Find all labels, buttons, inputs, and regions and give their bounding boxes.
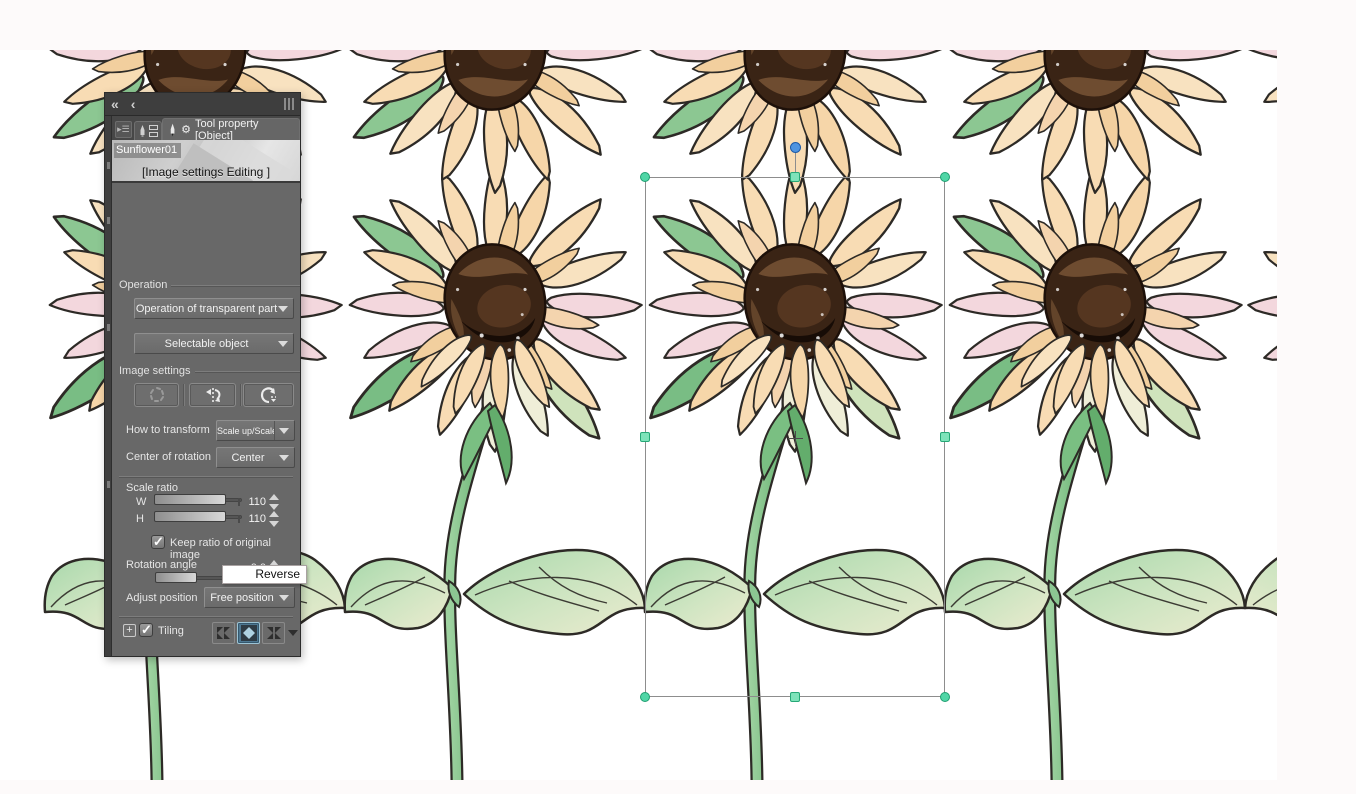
pen-icon [170,123,175,136]
scale-w-label: W [136,496,147,508]
chevron-down-icon [279,427,289,434]
selectable-object-dropdown[interactable]: Selectable object [134,333,294,354]
tooltip: Reverse [222,565,307,584]
scale-h-slider[interactable] [154,511,242,523]
panel-dock-strip [105,116,112,656]
chevron-down-icon [278,305,288,312]
handle-mid-left[interactable] [640,432,650,442]
transparent-part-dropdown[interactable]: Operation of transparent part [134,298,294,319]
handle-bottom-center[interactable] [790,692,800,702]
operation-group-label: Operation [119,279,300,291]
collapse-panel-icon[interactable]: « [105,97,125,111]
tiling-mode-dropdown-icon[interactable] [288,630,298,636]
handle-bottom-right[interactable] [940,692,950,702]
scale-ratio-label: Scale ratio [126,482,178,494]
tiling-reverse-icon [240,625,257,641]
scale-w-spinner[interactable] [269,494,280,510]
chevron-down-icon [279,454,289,461]
object-name[interactable]: Sunflower01 [114,143,182,158]
object-preview-header: Sunflower01 [Image settings Editing ] [112,140,300,183]
tab-label: Tool property [Object] [194,117,259,142]
rotate-button[interactable] [243,383,294,407]
center-of-rotation-dropdown[interactable]: Center [216,447,295,468]
flip-horizontal-icon [205,388,220,402]
brush-icon [140,125,145,137]
free-transform-button[interactable] [134,383,179,407]
tiling-flip-icon [266,627,281,639]
panel-menu-icon[interactable]: ▸☰ [115,121,132,138]
tab-tool-settings[interactable] [133,121,162,140]
handle-top-left[interactable] [640,172,650,182]
editing-status: [Image settings Editing ] [141,165,271,179]
tiling-label: Tiling [158,625,184,637]
keep-ratio-checkbox[interactable] [151,534,165,550]
tiling-mode-repeat-button[interactable] [212,622,235,644]
flip-horizontal-button[interactable] [189,383,236,407]
chevron-down-icon [279,594,289,601]
scale-h-label: H [136,513,144,525]
tiling-mode-flip-button[interactable] [262,622,285,644]
scale-w-slider[interactable] [154,494,242,506]
scale-h-spinner[interactable] [269,511,280,527]
handle-bottom-left[interactable] [640,692,650,702]
scale-w-value[interactable]: 110 [232,496,266,508]
tab-tool-property[interactable]: ⚙ Tool property [Object] [161,117,301,142]
handle-mid-right[interactable] [940,432,950,442]
handle-top-right[interactable] [940,172,950,182]
panel-tab-row: ▸☰ ⚙ Tool property [Object] [112,116,301,142]
panel-body: Operation Operation of transparent part … [112,183,300,656]
center-of-rotation-label: Center of rotation [126,451,211,463]
rotation-angle-label: Rotation angle [126,559,197,571]
how-to-transform-dropdown[interactable]: Scale up/Scale [216,420,295,441]
sliders-icon [148,125,158,137]
adjust-position-label: Adjust position [126,592,198,604]
tiling-mode-reverse-button[interactable] [237,622,260,644]
panel-title-bar: « ‹ [105,93,300,116]
tiling-expand-button[interactable]: + [123,624,136,637]
free-transform-icon [149,387,164,402]
panel-grip-icon[interactable] [284,98,294,110]
scale-h-value[interactable]: 110 [232,513,266,525]
selection-center-crosshair [788,431,803,446]
handle-top-center[interactable] [790,172,800,182]
adjust-position-dropdown[interactable]: Free position [204,587,295,608]
gear-icon: ⚙ [181,124,191,136]
keep-ratio-label: Keep ratio of original image [170,537,271,561]
how-to-transform-label: How to transform [126,424,210,436]
rotation-handle[interactable] [789,141,801,153]
tiling-repeat-icon [216,627,230,639]
chevron-down-icon [278,340,288,347]
rotate-icon [260,387,276,404]
back-icon[interactable]: ‹ [125,97,142,111]
tiling-checkbox[interactable] [139,622,153,638]
image-settings-group-label: Image settings [119,365,300,377]
